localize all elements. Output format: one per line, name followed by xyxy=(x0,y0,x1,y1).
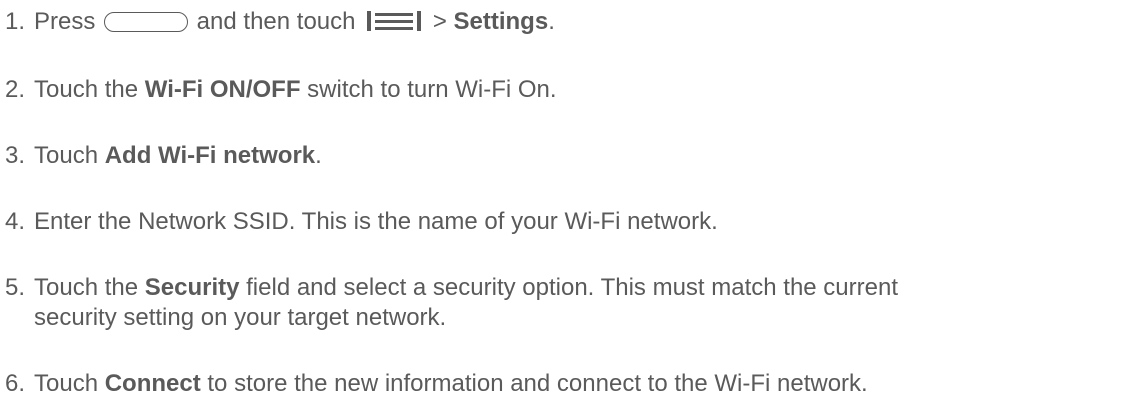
step-number: 1. xyxy=(5,8,26,35)
step-text-segment: switch to turn Wi-Fi On. xyxy=(300,76,557,103)
step-text: Press and then touch > Settings. xyxy=(34,7,555,37)
step-text-segment: Touch the xyxy=(34,274,145,301)
step-text-segment: Touch the xyxy=(34,76,145,103)
step-number: 6. xyxy=(5,370,26,397)
step-number: 2. xyxy=(5,76,26,103)
step-text-segment: field and select a security option. This… xyxy=(239,274,899,301)
step-text: Touch the Wi-Fi ON/OFF switch to turn Wi… xyxy=(34,75,557,105)
step-text-segment: > xyxy=(426,8,454,35)
settings-label: Settings xyxy=(453,8,549,35)
step-text: Enter the Network SSID. This is the name… xyxy=(34,208,718,235)
step-text: Touch the Security field and select a se… xyxy=(34,273,898,303)
connect-label: Connect xyxy=(104,370,201,397)
step-text-segment: Touch xyxy=(34,370,105,397)
step-text-continuation: security setting on your target network. xyxy=(34,304,447,331)
step-text-segment: to store the new information and connect… xyxy=(200,370,868,397)
step-number: 5. xyxy=(5,274,26,301)
wifi-switch-label: Wi-Fi ON/OFF xyxy=(144,76,301,103)
add-network-label: Add Wi-Fi network xyxy=(104,142,316,169)
step-text: Touch Add Wi-Fi network. xyxy=(34,141,322,171)
step-text-segment: and then touch xyxy=(190,8,363,35)
step-text-segment: Press xyxy=(34,8,103,35)
step-text-segment: . xyxy=(548,8,555,35)
step-text-segment: . xyxy=(315,142,322,169)
step-number: 3. xyxy=(5,142,26,169)
step-number: 4. xyxy=(5,208,26,235)
menu-key-icon xyxy=(367,11,422,31)
home-key-icon xyxy=(104,12,189,32)
step-text-segment: Touch xyxy=(34,142,105,169)
step-text: Touch Connect to store the new informati… xyxy=(34,369,868,399)
security-label: Security xyxy=(144,274,240,301)
instruction-steps: 1. Press and then touch > Settings. 2. T… xyxy=(0,0,1123,404)
